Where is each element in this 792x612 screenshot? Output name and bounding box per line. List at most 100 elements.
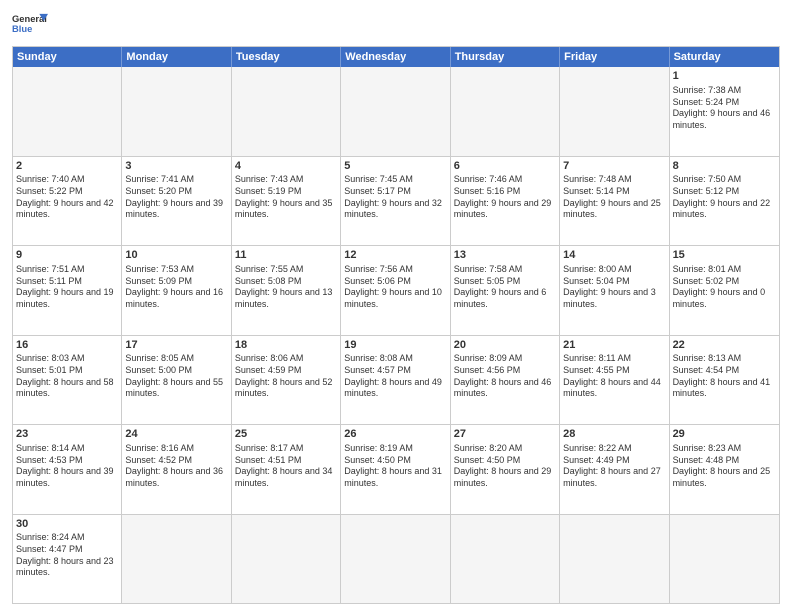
cell-sun-info: Sunrise: 8:20 AMSunset: 4:50 PMDaylight:… xyxy=(454,443,556,490)
calendar-cell xyxy=(232,515,341,604)
day-number: 18 xyxy=(235,338,337,353)
cell-sun-info: Sunrise: 7:51 AMSunset: 5:11 PMDaylight:… xyxy=(16,264,118,311)
day-number: 17 xyxy=(125,338,227,353)
cell-sun-info: Sunrise: 8:06 AMSunset: 4:59 PMDaylight:… xyxy=(235,353,337,400)
calendar-cell: 12Sunrise: 7:56 AMSunset: 5:06 PMDayligh… xyxy=(341,246,450,335)
cell-sun-info: Sunrise: 8:17 AMSunset: 4:51 PMDaylight:… xyxy=(235,443,337,490)
calendar-cell xyxy=(560,515,669,604)
day-number: 30 xyxy=(16,517,118,532)
calendar-row: 1Sunrise: 7:38 AMSunset: 5:24 PMDaylight… xyxy=(13,67,779,156)
day-number: 4 xyxy=(235,159,337,174)
day-number: 7 xyxy=(563,159,665,174)
calendar-cell: 4Sunrise: 7:43 AMSunset: 5:19 PMDaylight… xyxy=(232,157,341,246)
calendar-cell xyxy=(341,67,450,156)
day-number: 2 xyxy=(16,159,118,174)
calendar-cell: 3Sunrise: 7:41 AMSunset: 5:20 PMDaylight… xyxy=(122,157,231,246)
calendar-row: 9Sunrise: 7:51 AMSunset: 5:11 PMDaylight… xyxy=(13,245,779,335)
calendar-cell: 25Sunrise: 8:17 AMSunset: 4:51 PMDayligh… xyxy=(232,425,341,514)
calendar-cell: 16Sunrise: 8:03 AMSunset: 5:01 PMDayligh… xyxy=(13,336,122,425)
calendar-cell: 21Sunrise: 8:11 AMSunset: 4:55 PMDayligh… xyxy=(560,336,669,425)
calendar-row: 16Sunrise: 8:03 AMSunset: 5:01 PMDayligh… xyxy=(13,335,779,425)
cell-sun-info: Sunrise: 8:16 AMSunset: 4:52 PMDaylight:… xyxy=(125,443,227,490)
day-number: 9 xyxy=(16,248,118,263)
cell-sun-info: Sunrise: 8:13 AMSunset: 4:54 PMDaylight:… xyxy=(673,353,776,400)
calendar-cell: 27Sunrise: 8:20 AMSunset: 4:50 PMDayligh… xyxy=(451,425,560,514)
day-number: 5 xyxy=(344,159,446,174)
day-number: 24 xyxy=(125,427,227,442)
cell-sun-info: Sunrise: 7:58 AMSunset: 5:05 PMDaylight:… xyxy=(454,264,556,311)
day-number: 14 xyxy=(563,248,665,263)
cell-sun-info: Sunrise: 8:22 AMSunset: 4:49 PMDaylight:… xyxy=(563,443,665,490)
calendar-cell: 10Sunrise: 7:53 AMSunset: 5:09 PMDayligh… xyxy=(122,246,231,335)
calendar-cell: 6Sunrise: 7:46 AMSunset: 5:16 PMDaylight… xyxy=(451,157,560,246)
calendar-cell: 8Sunrise: 7:50 AMSunset: 5:12 PMDaylight… xyxy=(670,157,779,246)
calendar-cell: 2Sunrise: 7:40 AMSunset: 5:22 PMDaylight… xyxy=(13,157,122,246)
calendar-header: SundayMondayTuesdayWednesdayThursdayFrid… xyxy=(13,47,779,67)
day-number: 23 xyxy=(16,427,118,442)
day-number: 27 xyxy=(454,427,556,442)
cell-sun-info: Sunrise: 7:55 AMSunset: 5:08 PMDaylight:… xyxy=(235,264,337,311)
cell-sun-info: Sunrise: 8:01 AMSunset: 5:02 PMDaylight:… xyxy=(673,264,776,311)
calendar-cell xyxy=(560,67,669,156)
day-number: 13 xyxy=(454,248,556,263)
calendar-cell: 17Sunrise: 8:05 AMSunset: 5:00 PMDayligh… xyxy=(122,336,231,425)
day-number: 11 xyxy=(235,248,337,263)
cell-sun-info: Sunrise: 8:08 AMSunset: 4:57 PMDaylight:… xyxy=(344,353,446,400)
cell-sun-info: Sunrise: 8:00 AMSunset: 5:04 PMDaylight:… xyxy=(563,264,665,311)
day-number: 3 xyxy=(125,159,227,174)
calendar-row: 30Sunrise: 8:24 AMSunset: 4:47 PMDayligh… xyxy=(13,514,779,604)
cell-sun-info: Sunrise: 8:14 AMSunset: 4:53 PMDaylight:… xyxy=(16,443,118,490)
day-number: 21 xyxy=(563,338,665,353)
calendar-cell: 1Sunrise: 7:38 AMSunset: 5:24 PMDaylight… xyxy=(670,67,779,156)
cell-sun-info: Sunrise: 8:03 AMSunset: 5:01 PMDaylight:… xyxy=(16,353,118,400)
cell-sun-info: Sunrise: 8:11 AMSunset: 4:55 PMDaylight:… xyxy=(563,353,665,400)
day-number: 25 xyxy=(235,427,337,442)
calendar-cell xyxy=(451,515,560,604)
day-number: 1 xyxy=(673,69,776,84)
calendar-header-cell: Friday xyxy=(560,47,669,67)
logo: General Blue xyxy=(12,10,48,38)
page: General Blue SundayMondayTuesdayWednesda… xyxy=(0,0,792,612)
cell-sun-info: Sunrise: 7:56 AMSunset: 5:06 PMDaylight:… xyxy=(344,264,446,311)
cell-sun-info: Sunrise: 7:53 AMSunset: 5:09 PMDaylight:… xyxy=(125,264,227,311)
day-number: 16 xyxy=(16,338,118,353)
calendar-cell: 29Sunrise: 8:23 AMSunset: 4:48 PMDayligh… xyxy=(670,425,779,514)
cell-sun-info: Sunrise: 8:09 AMSunset: 4:56 PMDaylight:… xyxy=(454,353,556,400)
svg-text:Blue: Blue xyxy=(12,24,32,34)
calendar-cell xyxy=(341,515,450,604)
calendar-cell: 24Sunrise: 8:16 AMSunset: 4:52 PMDayligh… xyxy=(122,425,231,514)
header: General Blue xyxy=(12,10,780,38)
cell-sun-info: Sunrise: 7:45 AMSunset: 5:17 PMDaylight:… xyxy=(344,174,446,221)
cell-sun-info: Sunrise: 8:19 AMSunset: 4:50 PMDaylight:… xyxy=(344,443,446,490)
day-number: 28 xyxy=(563,427,665,442)
calendar-cell xyxy=(122,515,231,604)
calendar-header-cell: Saturday xyxy=(670,47,779,67)
day-number: 10 xyxy=(125,248,227,263)
cell-sun-info: Sunrise: 7:50 AMSunset: 5:12 PMDaylight:… xyxy=(673,174,776,221)
calendar-header-cell: Tuesday xyxy=(232,47,341,67)
cell-sun-info: Sunrise: 7:43 AMSunset: 5:19 PMDaylight:… xyxy=(235,174,337,221)
calendar-cell: 11Sunrise: 7:55 AMSunset: 5:08 PMDayligh… xyxy=(232,246,341,335)
cell-sun-info: Sunrise: 7:48 AMSunset: 5:14 PMDaylight:… xyxy=(563,174,665,221)
calendar-cell: 23Sunrise: 8:14 AMSunset: 4:53 PMDayligh… xyxy=(13,425,122,514)
calendar-cell: 7Sunrise: 7:48 AMSunset: 5:14 PMDaylight… xyxy=(560,157,669,246)
calendar-cell xyxy=(451,67,560,156)
calendar-cell: 18Sunrise: 8:06 AMSunset: 4:59 PMDayligh… xyxy=(232,336,341,425)
calendar-header-cell: Wednesday xyxy=(341,47,450,67)
calendar-cell xyxy=(670,515,779,604)
day-number: 22 xyxy=(673,338,776,353)
calendar-cell xyxy=(122,67,231,156)
cell-sun-info: Sunrise: 7:46 AMSunset: 5:16 PMDaylight:… xyxy=(454,174,556,221)
calendar-row: 23Sunrise: 8:14 AMSunset: 4:53 PMDayligh… xyxy=(13,424,779,514)
calendar-cell: 20Sunrise: 8:09 AMSunset: 4:56 PMDayligh… xyxy=(451,336,560,425)
day-number: 6 xyxy=(454,159,556,174)
cell-sun-info: Sunrise: 8:24 AMSunset: 4:47 PMDaylight:… xyxy=(16,532,118,579)
calendar-cell: 9Sunrise: 7:51 AMSunset: 5:11 PMDaylight… xyxy=(13,246,122,335)
calendar-cell: 15Sunrise: 8:01 AMSunset: 5:02 PMDayligh… xyxy=(670,246,779,335)
calendar-cell: 26Sunrise: 8:19 AMSunset: 4:50 PMDayligh… xyxy=(341,425,450,514)
day-number: 20 xyxy=(454,338,556,353)
calendar-cell: 28Sunrise: 8:22 AMSunset: 4:49 PMDayligh… xyxy=(560,425,669,514)
calendar-cell: 19Sunrise: 8:08 AMSunset: 4:57 PMDayligh… xyxy=(341,336,450,425)
calendar-header-cell: Thursday xyxy=(451,47,560,67)
calendar-cell: 5Sunrise: 7:45 AMSunset: 5:17 PMDaylight… xyxy=(341,157,450,246)
